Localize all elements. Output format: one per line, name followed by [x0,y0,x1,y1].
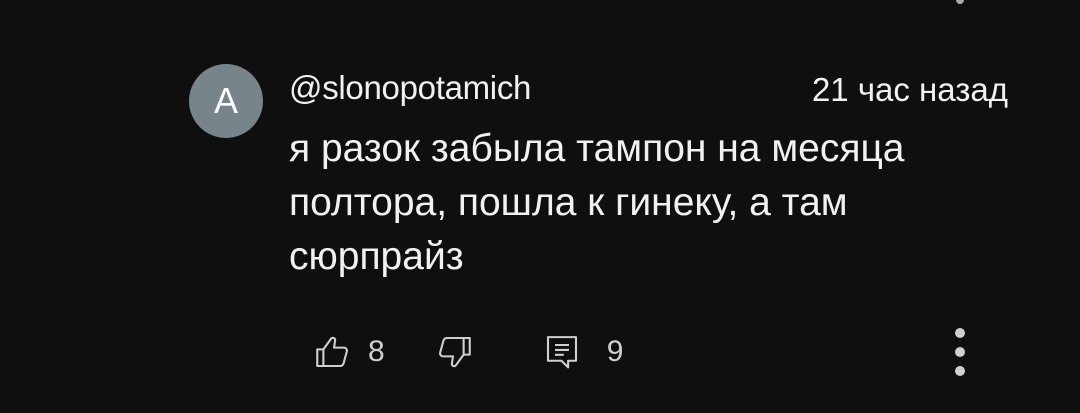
comment-icon [541,331,583,373]
more-options-button[interactable] [945,324,975,380]
like-count: 8 [368,335,385,368]
dislike-button[interactable] [433,331,475,373]
comment-actions: 8 9 [312,328,623,376]
thumbs-down-icon [433,331,475,373]
more-vertical-icon-dot [955,366,965,376]
reply-count: 9 [606,335,624,368]
reply-button[interactable]: 9 [541,331,624,373]
comment-text: я разок забыла тампон на месяца полтора,… [289,127,905,278]
comment: A @slonopotamich 21 час назад я разок за… [0,0,1080,413]
avatar[interactable]: A [189,64,263,138]
more-vertical-icon-dot [955,347,965,357]
like-button[interactable]: 8 [312,331,385,373]
more-vertical-icon [955,328,965,338]
comment-author[interactable]: @slonopotamich [289,64,531,112]
comment-timestamp: 21 час назад [811,71,1008,108]
thumbs-up-icon [312,331,354,373]
